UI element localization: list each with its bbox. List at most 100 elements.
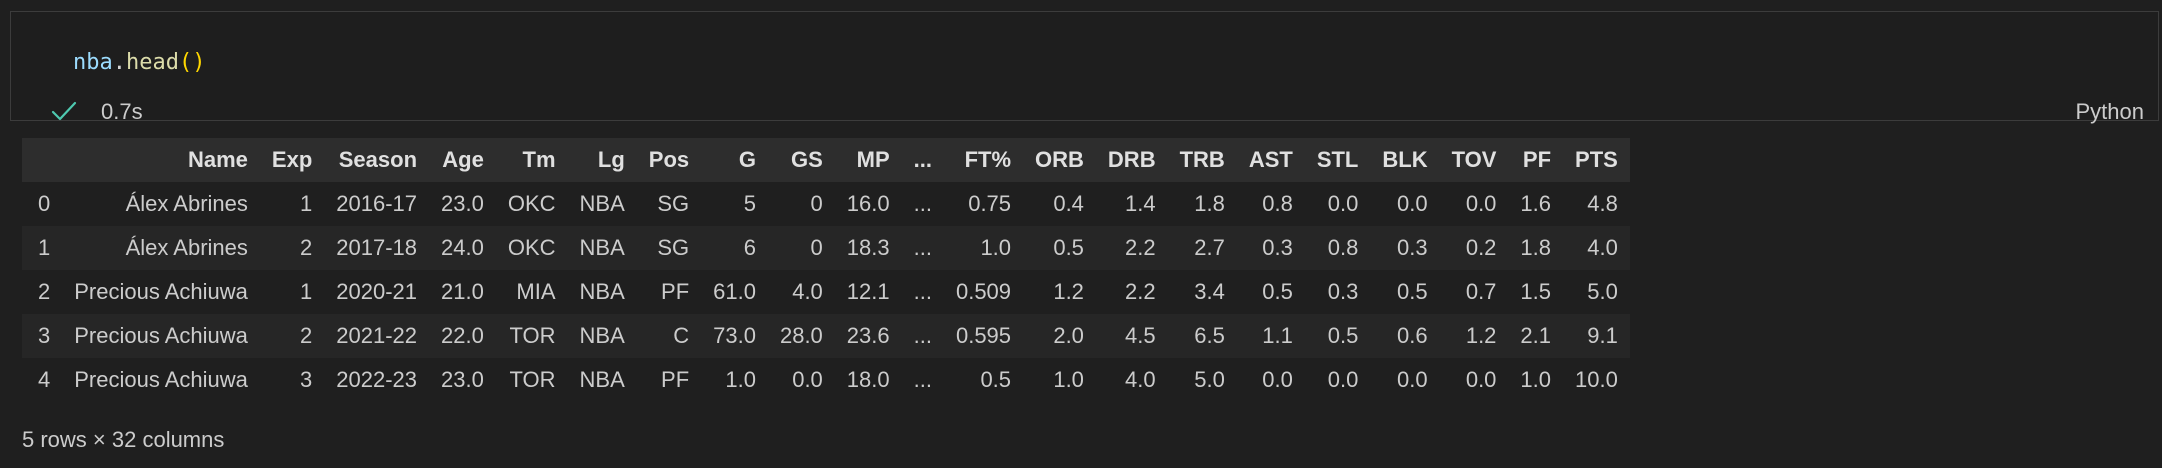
table-cell: 1.4 <box>1125 191 1156 216</box>
column-header: G <box>701 138 768 182</box>
table-cell: 3.4 <box>1194 279 1225 304</box>
table-cell: 22.0 <box>441 323 484 348</box>
table-cell: 0.0 <box>1327 367 1359 392</box>
table-cell: 4.0 <box>792 279 823 304</box>
table-cell: 0.0 <box>1327 191 1359 216</box>
table-cell: 2022-23 <box>336 367 418 392</box>
table-cell: 4.0 <box>1587 235 1618 260</box>
table-cell: TOR <box>509 323 556 348</box>
table-cell: TOR <box>509 367 556 392</box>
table-cell: NBA <box>579 235 625 260</box>
code-editor[interactable]: nba.head() <box>73 48 205 78</box>
table-cell: 0.3 <box>1397 235 1428 260</box>
table-cell: 2016-17 <box>336 191 418 216</box>
table-cell: 0.7 <box>1465 279 1497 304</box>
cell-output: Name Exp Season Age Tm Lg Pos G GS MP... FT% ORB DRB… <box>22 138 1630 402</box>
code-function: head <box>126 50 179 75</box>
column-header: BLK <box>1370 138 1440 182</box>
row-index: 2 <box>38 279 51 304</box>
column-header: PTS <box>1563 138 1630 182</box>
table-cell: 1.0 <box>980 235 1012 260</box>
table-cell: 0 <box>810 235 823 260</box>
table-cell: 0.0 <box>1262 367 1293 392</box>
row-index: 4 <box>38 367 51 392</box>
table-cell: 2.0 <box>1053 323 1084 348</box>
column-header: Season <box>324 138 430 182</box>
table-cell: 4.8 <box>1587 191 1618 216</box>
table-cell: SG <box>657 235 690 260</box>
table-body: 0 Álex Abrines 1 2016-17 23.0 OKC NBA SG 5 0 16.0.… <box>22 182 1630 402</box>
table-cell: Álex Abrines <box>125 235 248 260</box>
table-cell: ... <box>913 279 932 304</box>
code-cell[interactable]: nba.head() 0.7s Python <box>10 11 2159 124</box>
table-cell: PF <box>661 279 690 304</box>
table-cell: 2 <box>300 235 313 260</box>
table-cell: 10.0 <box>1575 367 1618 392</box>
table-cell: ... <box>913 235 932 260</box>
table-cell: 0.509 <box>955 279 1012 304</box>
table-cell: 1.8 <box>1194 191 1225 216</box>
table-cell: 0.0 <box>1397 191 1428 216</box>
language-label[interactable]: Python <box>2076 98 2145 126</box>
table-cell: 2 <box>300 323 313 348</box>
table-cell: 0.8 <box>1327 235 1359 260</box>
row-index: 1 <box>38 235 51 260</box>
table-cell: 2.7 <box>1194 235 1225 260</box>
column-header: Lg <box>567 138 637 182</box>
table-row: 0 Álex Abrines 1 2016-17 23.0 OKC NBA SG 5 0 16.0.… <box>22 182 1630 226</box>
table-cell: ... <box>913 191 932 216</box>
table-cell: 0.595 <box>955 323 1012 348</box>
table-cell: NBA <box>579 191 625 216</box>
table-cell: 2020-21 <box>336 279 418 304</box>
table-cell: 0.5 <box>1397 279 1428 304</box>
table-cell: OKC <box>507 191 556 216</box>
table-cell: 0.75 <box>968 191 1012 216</box>
table-cell: 28.0 <box>779 323 823 348</box>
column-header: Exp <box>259 138 325 182</box>
table-cell: 16.0 <box>846 191 890 216</box>
table-cell: 2017-18 <box>336 235 418 260</box>
table-cell: 2.2 <box>1125 235 1156 260</box>
table-cell: 0.5 <box>1053 235 1084 260</box>
column-header: PF <box>1508 138 1564 182</box>
table-cell: NBA <box>579 323 625 348</box>
table-cell: C <box>673 323 690 348</box>
column-header: DRB <box>1095 138 1168 182</box>
table-cell: 24.0 <box>441 235 484 260</box>
table-row: 3 Precious Achiuwa 2 2021-22 22.0 TOR NBA C 73.0… <box>22 314 1630 358</box>
table-cell: 1.5 <box>1520 279 1552 304</box>
table-cell: Precious Achiuwa <box>74 323 248 348</box>
table-cell: 1.8 <box>1520 235 1552 260</box>
column-header: FT% <box>943 138 1024 182</box>
table-cell: ... <box>913 323 932 348</box>
table-cell: 23.6 <box>846 323 890 348</box>
column-header <box>22 138 63 182</box>
column-header: ... <box>901 138 944 182</box>
column-header: TRB <box>1167 138 1237 182</box>
table-cell: 0 <box>810 191 823 216</box>
table-cell: 1 <box>300 191 313 216</box>
table-cell: 0.6 <box>1397 323 1428 348</box>
table-cell: 5 <box>743 191 756 216</box>
table-cell: 0.0 <box>1465 367 1497 392</box>
column-header: Age <box>429 138 496 182</box>
table-cell: 5.0 <box>1194 367 1225 392</box>
table-cell: 61.0 <box>713 279 756 304</box>
column-header: ORB <box>1023 138 1096 182</box>
check-icon <box>51 101 77 121</box>
table-cell: SG <box>657 191 690 216</box>
table-cell: 1.6 <box>1520 191 1552 216</box>
table-cell: 9.1 <box>1587 323 1618 348</box>
table-cell: 6 <box>743 235 756 260</box>
table-cell: 0.8 <box>1262 191 1293 216</box>
table-cell: 1.2 <box>1053 279 1084 304</box>
table-cell: 3 <box>300 367 313 392</box>
column-header: GS <box>767 138 835 182</box>
table-cell: 2.1 <box>1520 323 1552 348</box>
table-cell: NBA <box>579 367 625 392</box>
dataframe-table: Name Exp Season Age Tm Lg Pos G GS MP... FT% ORB DRB… <box>22 138 1630 402</box>
table-cell: OKC <box>507 235 556 260</box>
table-cell: 0.0 <box>792 367 823 392</box>
table-cell: 12.1 <box>846 279 890 304</box>
code-dot: . <box>112 50 126 75</box>
